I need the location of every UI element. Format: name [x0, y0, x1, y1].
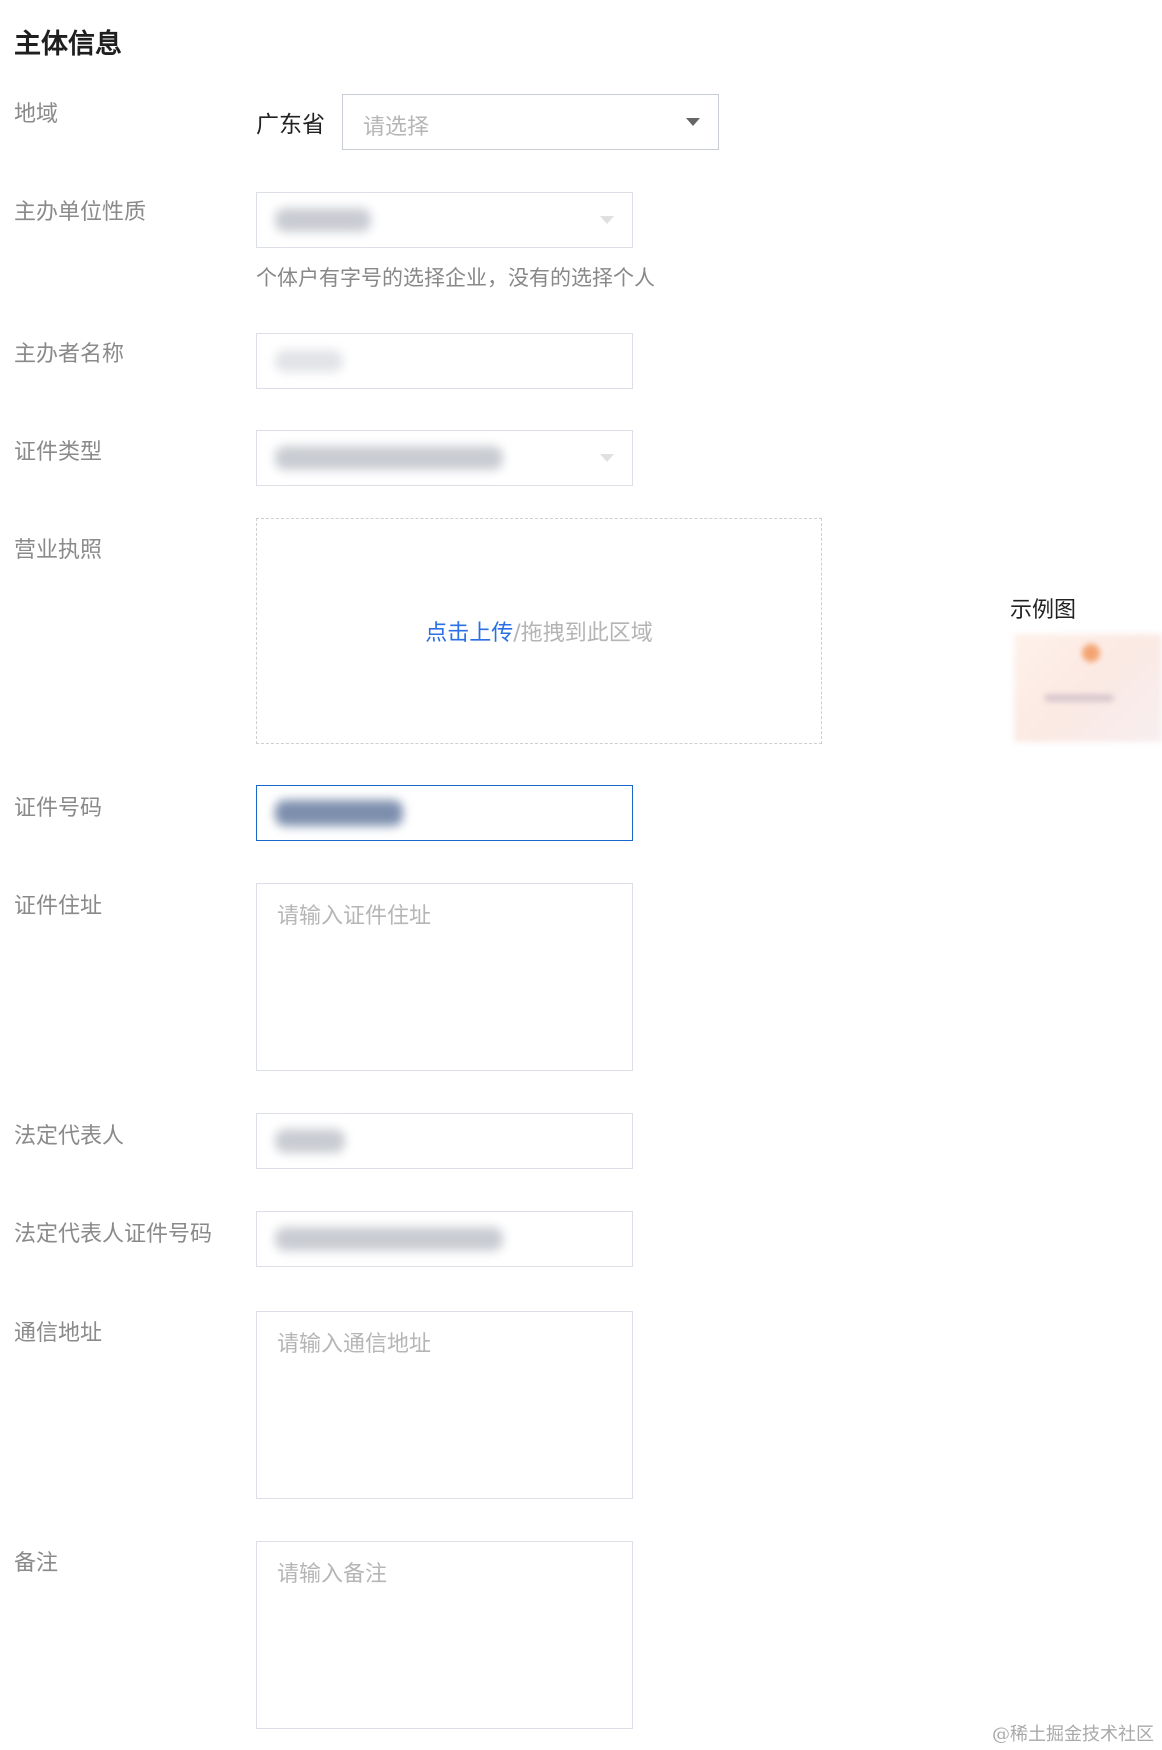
region-label: 地域	[14, 102, 59, 127]
example-image-label: 示例图	[1010, 598, 1077, 623]
chevron-down-icon[interactable]	[600, 216, 614, 224]
legal-rep-label: 法定代表人	[14, 1124, 125, 1149]
cert-number-value-redacted	[275, 800, 403, 826]
org-nature-label: 主办单位性质	[14, 200, 147, 225]
sponsor-name-value-redacted	[275, 350, 343, 372]
sponsor-name-input[interactable]	[256, 333, 633, 389]
cert-address-placeholder: 请输入证件住址	[277, 904, 432, 929]
legal-rep-cert-value-redacted	[275, 1227, 503, 1251]
legal-rep-input[interactable]	[256, 1113, 633, 1169]
remark-label: 备注	[14, 1551, 59, 1576]
legal-rep-cert-label: 法定代表人证件号码	[14, 1222, 213, 1247]
section-title: 主体信息	[14, 29, 122, 60]
watermark: @稀土掘金技术社区	[992, 1724, 1154, 1745]
cert-address-textarea[interactable]: 请输入证件住址	[256, 883, 633, 1071]
cert-type-value-redacted	[275, 446, 503, 470]
legal-rep-cert-input[interactable]	[256, 1211, 633, 1267]
city-select[interactable]: 请选择	[342, 94, 719, 150]
registration-form-page: 主体信息 地域 广东省 请选择 主办单位性质 个体户有字号的选择企业，没有的选择…	[0, 0, 1162, 1750]
org-nature-select[interactable]	[256, 192, 633, 248]
org-nature-value-redacted	[275, 208, 371, 232]
upload-link[interactable]: 点击上传	[425, 621, 513, 646]
example-image-thumbnail[interactable]	[1014, 634, 1162, 742]
cert-address-label: 证件住址	[14, 894, 103, 919]
upload-drag-hint: /拖拽到此区域	[513, 621, 653, 646]
cert-number-input[interactable]	[256, 785, 633, 841]
legal-rep-value-redacted	[275, 1129, 345, 1153]
cert-type-select[interactable]	[256, 430, 633, 486]
mail-address-textarea[interactable]: 请输入通信地址	[256, 1311, 633, 1499]
sponsor-name-label: 主办者名称	[14, 342, 125, 367]
cert-type-label: 证件类型	[14, 440, 103, 465]
mail-address-label: 通信地址	[14, 1321, 103, 1346]
org-nature-hint: 个体户有字号的选择企业，没有的选择个人	[256, 266, 655, 290]
province-value: 广东省	[256, 112, 325, 138]
example-image-line	[1044, 694, 1114, 702]
license-upload-dropzone[interactable]: 点击上传/拖拽到此区域	[256, 518, 822, 744]
city-select-placeholder: 请选择	[363, 115, 430, 140]
chevron-down-icon[interactable]	[686, 118, 700, 126]
chevron-down-icon[interactable]	[600, 454, 614, 462]
mail-address-placeholder: 请输入通信地址	[277, 1332, 432, 1357]
remark-textarea[interactable]: 请输入备注	[256, 1541, 633, 1729]
cert-number-label: 证件号码	[14, 796, 103, 821]
remark-placeholder: 请输入备注	[277, 1562, 388, 1587]
example-image-seal	[1082, 644, 1100, 662]
business-license-label: 营业执照	[14, 538, 103, 563]
